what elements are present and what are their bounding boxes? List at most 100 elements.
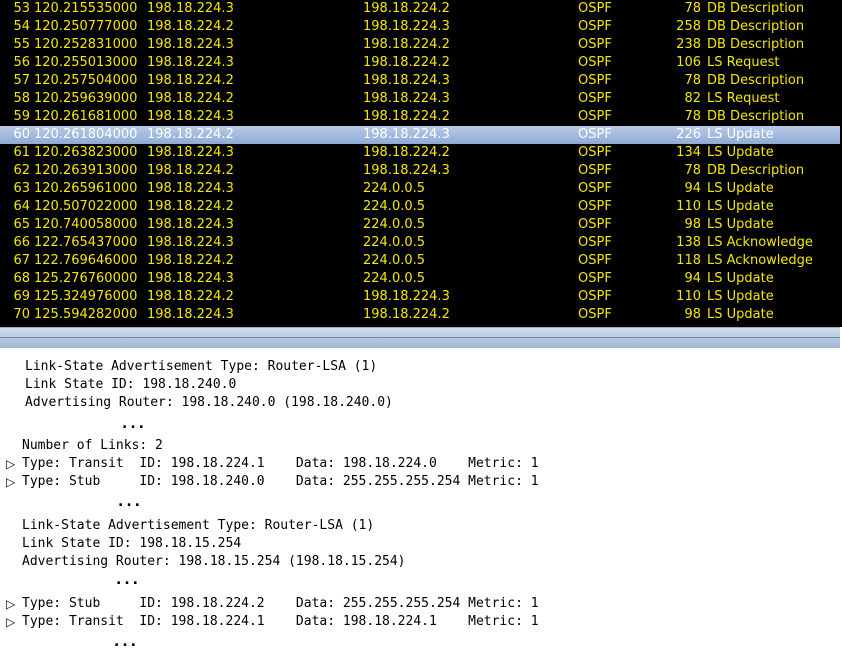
packet-row[interactable]: 67 122.769646000 198.18.224.2 224.0.0.5 OSPF… bbox=[0, 252, 840, 270]
packet-dst-cell: 224.0.0.5 bbox=[363, 235, 426, 250]
packet-no-cell: 61 bbox=[13, 145, 30, 160]
packet-row[interactable]: 68 125.276760000 198.18.224.3 224.0.0.5 OSPF… bbox=[0, 270, 840, 288]
packet-src-cell: 198.18.224.3 bbox=[147, 217, 234, 232]
packet-len-cell: 258 bbox=[676, 19, 701, 34]
packet-row[interactable]: 61 120.263823000 198.18.224.3 198.18.224.2 O… bbox=[0, 144, 840, 162]
number-of-links[interactable]: Number of Links: 2 bbox=[22, 437, 163, 455]
lsa2-link-state-id[interactable]: Link State ID: 198.18.15.254 bbox=[22, 535, 241, 553]
packet-proto-cell: OSPF bbox=[578, 19, 612, 34]
packet-info-cell: LS Request bbox=[707, 55, 780, 70]
packet-row[interactable]: 66 122.765437000 198.18.224.3 224.0.0.5 OSPF… bbox=[0, 234, 840, 252]
packet-row[interactable]: 63 120.265961000 198.18.224.3 224.0.0.5 OSPF… bbox=[0, 180, 840, 198]
packet-info-cell: DB Description bbox=[707, 73, 805, 88]
packet-no-cell: 63 bbox=[13, 181, 30, 196]
link-row[interactable]: Type: Transit ID: 198.18.224.1 Data: 198… bbox=[22, 613, 539, 631]
packet-proto-cell: OSPF bbox=[578, 37, 612, 52]
packet-no-cell: 55 bbox=[13, 37, 30, 52]
packet-proto-cell: OSPF bbox=[578, 289, 612, 304]
lsa1-advertising-router[interactable]: Advertising Router: 198.18.240.0 (198.18… bbox=[25, 394, 393, 412]
packet-len-cell: 138 bbox=[676, 235, 701, 250]
packet-proto-cell: OSPF bbox=[578, 307, 612, 322]
packet-proto-cell: OSPF bbox=[578, 91, 612, 106]
lsa1-link-state-id[interactable]: Link State ID: 198.18.240.0 bbox=[25, 376, 236, 394]
packet-len-cell: 110 bbox=[676, 199, 701, 214]
pane-splitter[interactable] bbox=[0, 327, 840, 349]
packet-src-cell: 198.18.224.3 bbox=[147, 307, 234, 322]
packet-info-cell: LS Update bbox=[707, 181, 774, 196]
packet-src-cell: 198.18.224.3 bbox=[147, 235, 234, 250]
ellipsis-1: ... bbox=[122, 416, 147, 432]
packet-info-cell: DB Description bbox=[707, 19, 805, 34]
packet-len-cell: 134 bbox=[676, 145, 701, 160]
packet-row[interactable]: 62 120.263913000 198.18.224.2 198.18.224.3 O… bbox=[0, 162, 840, 180]
packet-time-cell: 120.215535000 bbox=[34, 1, 138, 16]
packet-dst-cell: 198.18.224.3 bbox=[363, 73, 450, 88]
packet-dst-cell: 198.18.224.3 bbox=[363, 289, 450, 304]
expand-triangle-icon[interactable]: ▷ bbox=[6, 473, 15, 491]
packet-dst-cell: 198.18.224.2 bbox=[363, 55, 450, 70]
packet-no-cell: 53 bbox=[13, 1, 30, 16]
packet-row[interactable]: 58 120.259639000 198.18.224.2 198.18.224.3 O… bbox=[0, 90, 840, 108]
packet-src-cell: 198.18.224.3 bbox=[147, 37, 234, 52]
lsa2-advertising-router[interactable]: Advertising Router: 198.18.15.254 (198.1… bbox=[22, 553, 406, 571]
packet-row[interactable]: 57 120.257504000 198.18.224.2 198.18.224.3 O… bbox=[0, 72, 840, 90]
packet-info-cell: LS Update bbox=[707, 307, 774, 322]
packet-no-cell: 68 bbox=[13, 271, 30, 286]
packet-len-cell: 78 bbox=[684, 109, 701, 124]
expand-triangle-icon[interactable]: ▷ bbox=[6, 595, 15, 613]
packet-row[interactable]: 55 120.252831000 198.18.224.3 198.18.224.2 O… bbox=[0, 36, 840, 54]
lsa2-type[interactable]: Link-State Advertisement Type: Router-LS… bbox=[22, 517, 374, 535]
packet-src-cell: 198.18.224.2 bbox=[147, 289, 234, 304]
expand-triangle-icon[interactable]: ▷ bbox=[6, 455, 15, 473]
link-row[interactable]: Type: Stub ID: 198.18.240.0 Data: 255.25… bbox=[22, 473, 539, 491]
packet-row[interactable]: 53 120.215535000 198.18.224.3 198.18.224.2 O… bbox=[0, 0, 840, 18]
packet-row-selected[interactable]: 60 120.261804000 198.18.224.2 198.18.224.3 O… bbox=[0, 126, 840, 144]
packet-dst-cell: 198.18.224.3 bbox=[363, 163, 450, 178]
expand-triangle-icon[interactable]: ▷ bbox=[6, 613, 15, 631]
packet-row[interactable]: 56 120.255013000 198.18.224.3 198.18.224.2 O… bbox=[0, 54, 840, 72]
packet-time-cell: 120.265961000 bbox=[34, 181, 138, 196]
packet-dst-cell: 224.0.0.5 bbox=[363, 181, 426, 196]
packet-no-cell: 65 bbox=[13, 217, 30, 232]
packet-len-cell: 98 bbox=[684, 217, 701, 232]
packet-row[interactable]: 70 125.594282000 198.18.224.3 198.18.224.2 O… bbox=[0, 306, 840, 324]
packet-len-cell: 106 bbox=[676, 55, 701, 70]
packet-proto-cell: OSPF bbox=[578, 217, 612, 232]
packet-list[interactable]: 53 120.215535000 198.18.224.3 198.18.224.2 O… bbox=[0, 0, 842, 327]
packet-dst-cell: 198.18.224.3 bbox=[363, 127, 450, 142]
packet-proto-cell: OSPF bbox=[578, 235, 612, 250]
packet-row[interactable]: 69 125.324976000 198.18.224.2 198.18.224.3 O… bbox=[0, 288, 840, 306]
packet-no-cell: 69 bbox=[13, 289, 30, 304]
packet-dst-cell: 224.0.0.5 bbox=[363, 217, 426, 232]
packet-len-cell: 238 bbox=[676, 37, 701, 52]
packet-row[interactable]: 59 120.261681000 198.18.224.3 198.18.224.2 O… bbox=[0, 108, 840, 126]
packet-time-cell: 120.263913000 bbox=[34, 163, 138, 178]
packet-proto-cell: OSPF bbox=[578, 145, 612, 160]
packet-len-cell: 94 bbox=[684, 271, 701, 286]
packet-time-cell: 122.765437000 bbox=[34, 235, 138, 250]
packet-no-cell: 56 bbox=[13, 55, 30, 70]
packet-time-cell: 120.250777000 bbox=[34, 19, 138, 34]
link-row[interactable]: Type: Transit ID: 198.18.224.1 Data: 198… bbox=[22, 455, 539, 473]
packet-src-cell: 198.18.224.2 bbox=[147, 91, 234, 106]
packet-info-cell: DB Description bbox=[707, 1, 805, 16]
lsa1-type[interactable]: Link-State Advertisement Type: Router-LS… bbox=[25, 358, 377, 376]
packet-row[interactable]: 65 120.740058000 198.18.224.3 224.0.0.5 OSPF… bbox=[0, 216, 840, 234]
packet-dst-cell: 224.0.0.5 bbox=[363, 253, 426, 268]
packet-time-cell: 120.261804000 bbox=[34, 127, 138, 142]
packet-details-pane[interactable]: Link-State Advertisement Type: Router-LS… bbox=[0, 348, 842, 655]
packet-dst-cell: 198.18.224.2 bbox=[363, 1, 450, 16]
packet-dst-cell: 198.18.224.2 bbox=[363, 307, 450, 322]
packet-proto-cell: OSPF bbox=[578, 55, 612, 70]
packet-dst-cell: 198.18.224.2 bbox=[363, 37, 450, 52]
ellipsis-4: ... bbox=[114, 634, 139, 650]
packet-src-cell: 198.18.224.2 bbox=[147, 19, 234, 34]
packet-row[interactable]: 54 120.250777000 198.18.224.2 198.18.224.3 O… bbox=[0, 18, 840, 36]
packet-len-cell: 82 bbox=[684, 91, 701, 106]
packet-row[interactable]: 64 120.507022000 198.18.224.2 224.0.0.5 OSPF… bbox=[0, 198, 840, 216]
packet-src-cell: 198.18.224.2 bbox=[147, 199, 234, 214]
packet-len-cell: 78 bbox=[684, 73, 701, 88]
link-row[interactable]: Type: Stub ID: 198.18.224.2 Data: 255.25… bbox=[22, 595, 539, 613]
packet-proto-cell: OSPF bbox=[578, 73, 612, 88]
ellipsis-3: ... bbox=[116, 572, 141, 588]
